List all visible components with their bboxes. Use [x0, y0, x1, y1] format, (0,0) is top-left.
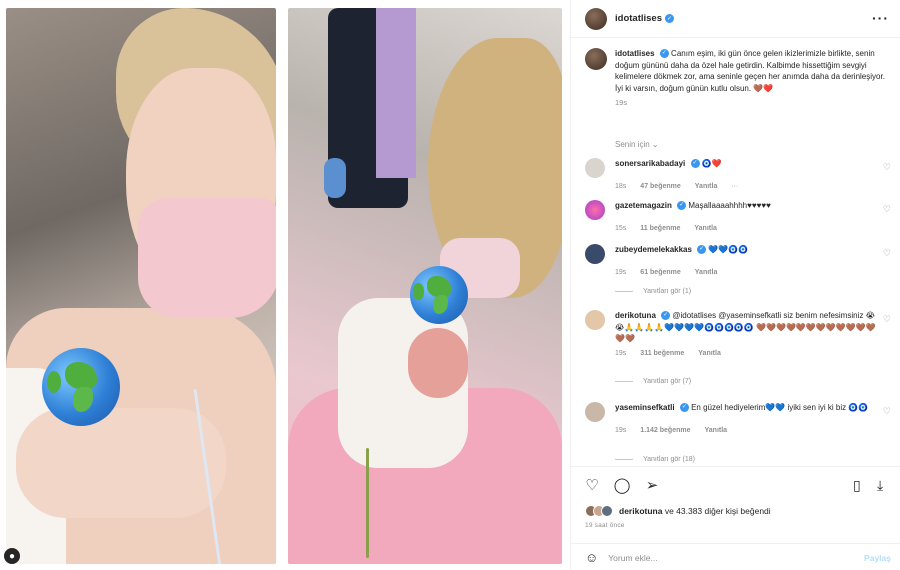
tagged-user-icon[interactable]: ● — [4, 548, 20, 564]
verified-icon: ✓ — [697, 245, 707, 255]
avatar[interactable] — [585, 158, 605, 178]
comment-time: 18s — [615, 183, 627, 190]
reply-button[interactable]: Yanıtla — [705, 427, 728, 434]
comment-text: 🧿❤️ — [701, 159, 722, 168]
caption-text: Canım eşim, iki gün önce gelen ikizlerim… — [615, 49, 885, 93]
comment-likes[interactable]: 47 beğenme — [640, 183, 680, 190]
verified-icon: ✓ — [690, 159, 700, 169]
reply-button[interactable]: Yanıtla — [694, 225, 717, 232]
hand — [16, 408, 226, 518]
likes-summary[interactable]: derikotuna ve 43.383 diğer kişi beğendi — [585, 505, 771, 517]
reply-button[interactable]: Yanıtla — [695, 269, 718, 276]
reply-button[interactable]: Yanıtla — [698, 350, 721, 357]
comment-item: yaseminsefkatli ✓ En güzel hediyelerim💙💙… — [585, 402, 895, 434]
comment-likes[interactable]: 11 beğenme — [640, 225, 680, 232]
comment-username[interactable]: sonersarikabadayi — [615, 159, 685, 168]
verified-icon: ✓ — [677, 201, 687, 211]
emoji-icon[interactable]: ☺ — [585, 550, 598, 565]
post-side-panel: idotatlises ✓ ··· idotatlises ✓ Canım eş… — [570, 0, 900, 570]
comment-text: Maşallaaaahhhh♥♥♥♥♥ — [688, 201, 771, 210]
comment-item: derikotuna ✓ @idotatlises @yaseminsefkat… — [585, 310, 895, 357]
download-icon[interactable]: ⤓ — [877, 477, 883, 494]
view-replies-button[interactable]: Yanıtları gör (7) — [615, 378, 691, 385]
likes-username[interactable]: derikotuna — [619, 506, 662, 516]
view-replies-button[interactable]: Yanıtları gör (18) — [615, 456, 695, 463]
send-icon[interactable]: ➢ — [643, 477, 661, 495]
avatar[interactable] — [585, 48, 607, 70]
post-header: idotatlises ✓ ··· — [571, 0, 900, 38]
comment-likes[interactable]: 1.142 beğenme — [640, 427, 690, 434]
comment-username[interactable]: zubeydemelekakkas — [615, 245, 692, 254]
photo-right — [288, 8, 562, 564]
comment-like-heart-icon[interactable]: ♡ — [883, 204, 891, 215]
comment-filter-dropdown[interactable]: Senin için ⌄ — [615, 140, 659, 149]
caption: idotatlises ✓ Canım eşim, iki gün önce g… — [585, 48, 891, 107]
post-media[interactable]: ● — [0, 0, 570, 570]
comment-like-heart-icon[interactable]: ♡ — [883, 314, 891, 325]
verified-icon: ✓ — [661, 311, 671, 321]
comment-item: zubeydemelekakkas ✓ 💙💙🧿🧿 19s 61 beğenme … — [585, 244, 895, 276]
blue-glove — [324, 158, 346, 198]
bookmark-icon[interactable]: ▯ — [853, 477, 861, 494]
comment-likes[interactable]: 61 beğenme — [640, 269, 680, 276]
caption-username[interactable]: idotatlises — [615, 49, 655, 58]
likes-count-text: ve 43.383 diğer kişi beğendi — [662, 506, 771, 516]
comment-like-heart-icon[interactable]: ♡ — [883, 248, 891, 259]
comment-text: 💙💙🧿🧿 — [708, 245, 749, 254]
heart-icon[interactable]: ♡ — [583, 477, 601, 495]
comment-item: gazetemagazin ✓ Maşallaaaahhhh♥♥♥♥♥ 15s … — [585, 200, 895, 232]
verified-icon: ✓ — [679, 403, 689, 413]
comment-like-heart-icon[interactable]: ♡ — [883, 406, 891, 417]
avatar — [601, 505, 613, 517]
caption-time: 19s — [615, 98, 628, 107]
post-actions: ♡ ◯ ➢ ▯ ⤓ derikotuna ve 43.383 diğer kiş… — [571, 466, 900, 570]
post-timestamp: 19 saat önce — [585, 522, 625, 529]
comment-username[interactable]: gazetemagazin — [615, 201, 672, 210]
comment-username[interactable]: derikotuna — [615, 311, 656, 320]
avatar[interactable] — [585, 402, 605, 422]
globe-emoji-icon — [42, 348, 120, 426]
comment-input[interactable] — [608, 552, 839, 563]
comment-text: En güzel hediyelerim💙💙 iyiki sen iyi ki … — [691, 403, 869, 412]
post-comment-button[interactable]: Paylaş — [864, 553, 891, 563]
comment-time: 19s — [615, 427, 627, 434]
reply-button[interactable]: Yanıtla — [695, 183, 718, 190]
avatar[interactable] — [585, 310, 605, 330]
comment-likes[interactable]: 311 beğenme — [640, 350, 684, 357]
globe-emoji-icon — [410, 266, 468, 324]
comment-options-icon[interactable]: ··· — [731, 183, 738, 190]
verified-icon: ✓ — [665, 14, 674, 23]
more-horizontal-icon[interactable]: ··· — [872, 10, 889, 26]
add-comment-bar: ☺ Paylaş — [571, 543, 900, 570]
verified-icon: ✓ — [659, 49, 669, 59]
comment-item: sonersarikabadayi ✓ 🧿❤️ 18s 47 beğenme Y… — [585, 158, 895, 190]
comment-like-heart-icon[interactable]: ♡ — [883, 162, 891, 173]
comment-time: 19s — [615, 349, 627, 357]
face-mask — [138, 198, 276, 318]
photo-left — [6, 8, 276, 564]
comment-time: 15s — [615, 225, 627, 232]
comment-username[interactable]: yaseminsefkatli — [615, 403, 675, 412]
view-replies-button[interactable]: Yanıtları gör (1) — [615, 288, 691, 295]
avatar[interactable] — [585, 200, 605, 220]
avatar[interactable] — [585, 244, 605, 264]
comment-icon[interactable]: ◯ — [613, 477, 631, 495]
comments-section[interactable]: idotatlises ✓ Canım eşim, iki gün önce g… — [571, 38, 900, 466]
avatar[interactable] — [585, 7, 607, 30]
post-username[interactable]: idotatlises — [615, 13, 662, 24]
comment-time: 19s — [615, 269, 627, 276]
